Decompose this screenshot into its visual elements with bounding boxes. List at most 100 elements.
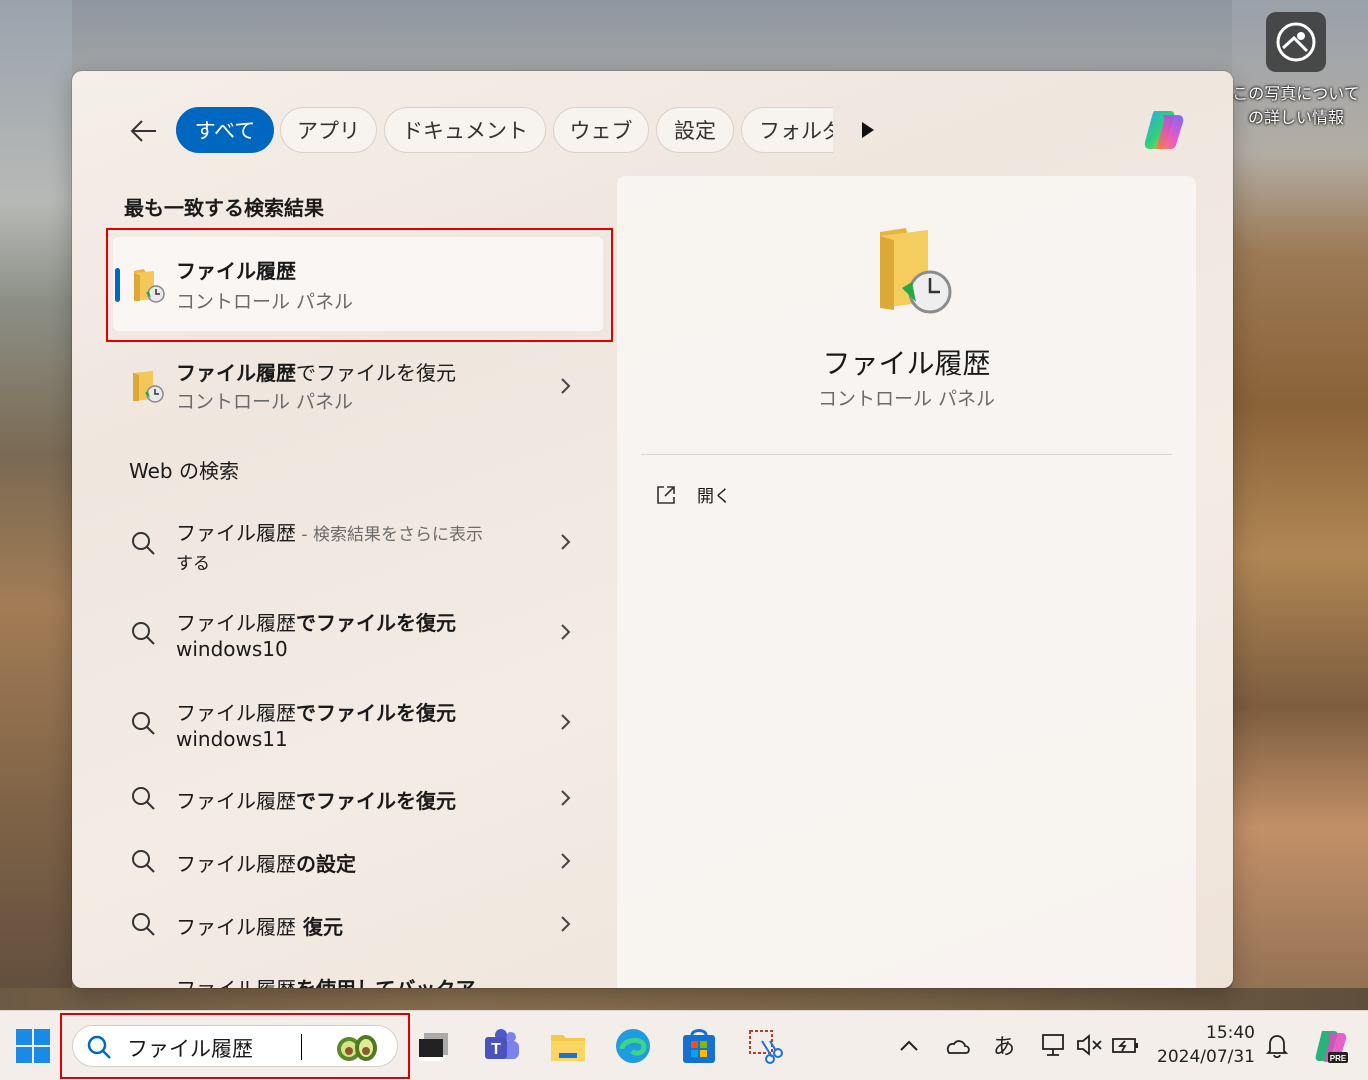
chevron-right-icon <box>561 378 571 394</box>
microsoft-store-icon[interactable] <box>680 1027 718 1065</box>
best-match-subtitle: コントロール パネル <box>176 291 354 313</box>
web-result-bold: でファイルを復元 <box>296 611 456 635</box>
search-icon <box>132 622 155 645</box>
chevron-right-icon <box>561 790 571 806</box>
filter-bar: すべて アプリ ドキュメント ウェブ 設定 フォルダ <box>72 107 1233 153</box>
svg-text:T: T <box>491 1041 501 1058</box>
open-button[interactable]: 開く <box>655 482 731 507</box>
search-icon <box>87 1035 111 1059</box>
open-label: 開く <box>697 487 731 507</box>
search-icon <box>132 532 155 555</box>
clock-date: 2024/07/31 <box>1157 1047 1255 1067</box>
web-result-line2: windows11 <box>176 727 288 751</box>
copilot-icon[interactable] <box>1140 107 1188 153</box>
network-icon[interactable] <box>1039 1031 1067 1059</box>
chevron-right-icon <box>561 624 571 640</box>
selection-indicator <box>115 268 120 302</box>
web-result-suffix: - 検索結果をさらに表示 <box>296 525 483 545</box>
web-result-query: ファイル履歴 <box>176 701 296 725</box>
details-divider <box>641 454 1172 455</box>
back-button[interactable] <box>128 115 160 147</box>
web-result-fukugen[interactable]: ファイル履歴 復元 <box>113 909 603 945</box>
photo-info-desktop-icon[interactable]: この写真についての詳しい情報 <box>1226 12 1366 130</box>
edge-icon[interactable] <box>614 1027 652 1065</box>
camera-info-icon <box>1266 12 1326 72</box>
web-result-line2: する <box>176 554 210 574</box>
onedrive-icon[interactable] <box>943 1033 971 1057</box>
chevron-right-icon <box>561 534 571 550</box>
svg-text:PRE: PRE <box>1330 1054 1347 1063</box>
battery-charging-icon[interactable] <box>1111 1033 1139 1057</box>
chevron-up-icon[interactable] <box>898 1035 920 1057</box>
web-result-windows10[interactable]: ファイル履歴でファイルを復元 windows10 <box>113 605 603 665</box>
file-history-large-icon <box>880 228 952 314</box>
web-result-query: ファイル履歴 <box>176 789 296 813</box>
tab-folders[interactable]: フォルダ <box>741 107 833 153</box>
clock[interactable]: 15:40 2024/07/31 <box>1155 1021 1255 1069</box>
tab-settings[interactable]: 設定 <box>656 107 734 153</box>
best-match-result[interactable]: ファイル履歴 コントロール パネル <box>113 237 603 331</box>
search-icon <box>132 913 155 936</box>
details-title: ファイル履歴 <box>822 347 991 380</box>
file-history-icon <box>133 371 164 403</box>
web-result-line2: windows10 <box>176 637 288 661</box>
avocado-highlight-icon <box>337 1035 377 1061</box>
web-search-heading: Web の検索 <box>129 459 239 483</box>
web-result-query: ファイル履歴 <box>176 977 296 988</box>
web-result-query: ファイル履歴 <box>176 915 296 939</box>
more-filters-icon[interactable] <box>860 120 876 140</box>
web-result-bold: の設定 <box>296 852 356 876</box>
tab-apps[interactable]: アプリ <box>280 107 377 153</box>
web-result-more[interactable]: ファイル履歴 - 検索結果をさらに表示 する <box>113 515 603 575</box>
result-title-rest: でファイルを復元 <box>296 361 456 385</box>
taskbar-search-box[interactable]: ファイル履歴 <box>72 1025 398 1067</box>
web-result-bold: 復元 <box>296 915 343 939</box>
search-query: ファイル履歴 <box>127 1037 253 1061</box>
search-icon <box>132 850 155 873</box>
open-external-icon <box>657 485 675 504</box>
tab-web[interactable]: ウェブ <box>553 107 649 153</box>
details-pane: ファイル履歴 コントロール パネル 開く <box>617 176 1196 988</box>
web-result-bold: を使用してバックア <box>296 977 475 988</box>
arrow-left-icon <box>130 120 156 142</box>
text-caret <box>301 1034 302 1060</box>
desktop-wallpaper-left <box>0 0 72 1010</box>
chevron-right-icon <box>561 916 571 932</box>
search-icon <box>132 787 155 810</box>
web-result-restore[interactable]: ファイル履歴でファイルを復元 <box>113 783 603 819</box>
web-result-windows11[interactable]: ファイル履歴でファイルを復元 windows11 <box>113 695 603 755</box>
copilot-preview-icon[interactable]: PRE <box>1312 1027 1350 1065</box>
chevron-right-icon <box>561 853 571 869</box>
photo-info-label: この写真についての詳しい情報 <box>1232 84 1360 127</box>
task-view-icon[interactable] <box>416 1027 454 1065</box>
best-match-title: ファイル履歴 <box>176 259 296 283</box>
tab-documents[interactable]: ドキュメント <box>384 107 546 153</box>
search-panel: すべて アプリ ドキュメント ウェブ 設定 フォルダ 最も一致する検索結果 <box>72 71 1233 988</box>
ime-indicator[interactable]: あ <box>993 1029 1015 1061</box>
web-result-query: ファイル履歴 <box>176 611 296 635</box>
web-result-query: ファイル履歴 <box>176 852 296 876</box>
taskbar: ファイル履歴 T あ 15:40 2024/07/31 PRE <box>0 1010 1368 1080</box>
windows-start-icon[interactable] <box>14 1027 52 1065</box>
result-restore-files[interactable]: ファイル履歴でファイルを復元 コントロール パネル <box>113 355 603 415</box>
file-explorer-icon[interactable] <box>549 1027 587 1065</box>
web-result-bold: でファイルを復元 <box>296 789 456 813</box>
tab-all[interactable]: すべて <box>176 107 274 153</box>
web-result-settings[interactable]: ファイル履歴の設定 <box>113 846 603 882</box>
desktop-wallpaper-bottom <box>0 988 1368 1010</box>
search-icon <box>132 712 155 735</box>
chevron-right-icon <box>561 714 571 730</box>
result-title-bold: ファイル履歴 <box>176 361 296 385</box>
web-result-query: ファイル履歴 <box>176 521 296 545</box>
web-result-bold: でファイルを復元 <box>296 701 456 725</box>
snipping-tool-icon[interactable] <box>746 1027 784 1065</box>
teams-icon[interactable]: T <box>483 1027 521 1065</box>
file-history-icon <box>134 269 165 303</box>
notification-bell-icon[interactable] <box>1265 1033 1289 1059</box>
web-result-backup[interactable]: ファイル履歴を使用してバックア <box>113 971 603 988</box>
details-subtitle: コントロール パネル <box>817 388 996 410</box>
clock-time: 15:40 <box>1206 1023 1255 1043</box>
result-subtitle: コントロール パネル <box>176 391 354 413</box>
desktop-wallpaper-right <box>1232 0 1368 1010</box>
volume-muted-icon[interactable] <box>1075 1033 1103 1057</box>
